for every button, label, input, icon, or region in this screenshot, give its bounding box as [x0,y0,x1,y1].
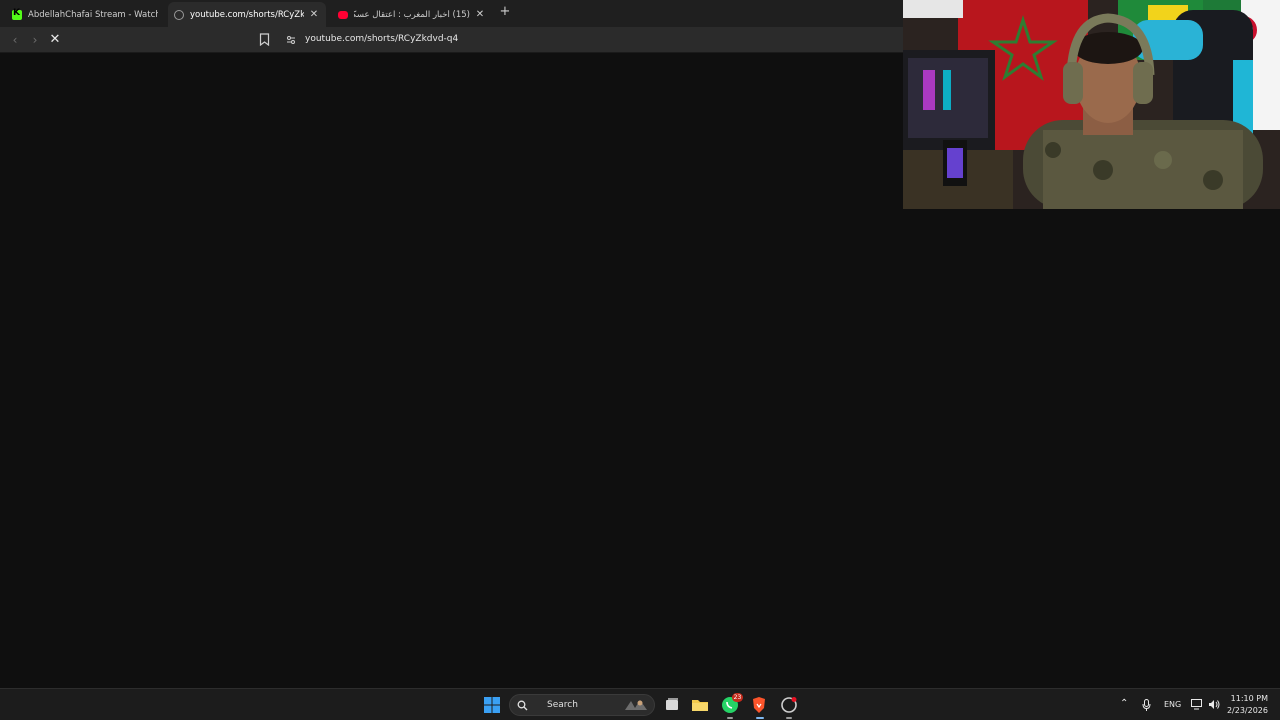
stop-loading-icon[interactable]: ✕ [48,33,62,47]
webcam-overlay [903,0,1280,209]
search-label: Search [547,700,578,710]
microphone-icon[interactable] [1142,699,1151,711]
search-icon [517,700,528,711]
active-indicator [756,717,764,719]
notification-badge: 23 [732,693,743,702]
windows-start-icon[interactable] [483,696,501,714]
close-tab-icon[interactable]: ✕ [308,9,320,21]
tab-title: AbdellahChafai Stream - Watch Live o [28,9,158,20]
volume-icon[interactable] [1208,699,1220,710]
close-tab-icon[interactable]: ✕ [474,9,486,21]
tab-title: (15) أخبار المغرب : اعتقال عسكري [354,9,470,20]
search-highlight-icon [625,700,647,710]
task-view-icon[interactable] [663,696,681,714]
chevron-up-icon[interactable]: ⌃ [1120,698,1128,709]
file-explorer-icon[interactable] [691,696,709,714]
webcam-image [903,0,1280,209]
app-icon[interactable] [780,696,798,714]
running-indicator [786,717,792,719]
brave-browser-icon[interactable] [750,696,768,714]
back-icon[interactable]: ‹ [8,33,22,47]
forward-icon[interactable]: › [28,33,42,47]
running-indicator [727,717,733,719]
windows-taskbar: Search 23 ⌃ ENG 11:10 PM 2/23/2026 [0,688,1280,720]
loading-icon [174,9,184,20]
bookmark-icon[interactable] [259,33,270,46]
kick-icon [12,8,22,20]
youtube-icon [338,10,348,19]
clock-date: 2/23/2026 [1226,706,1268,715]
tab-title: youtube.com/shorts/RCyZkdvd-q4 [190,9,304,20]
clock[interactable]: 11:10 PM 2/23/2026 [1227,693,1268,717]
network-icon[interactable] [1191,699,1203,710]
tab-youtube-shorts[interactable]: youtube.com/shorts/RCyZkdvd-q4 ✕ [168,2,326,27]
tab-kick-stream[interactable]: AbdellahChafai Stream - Watch Live o [6,2,164,27]
taskbar-search[interactable]: Search [509,694,655,716]
address-bar[interactable]: youtube.com/shorts/RCyZkdvd-q4 [305,34,458,44]
tab-youtube-news[interactable]: (15) أخبار المغرب : اعتقال عسكري ✕ [332,2,492,27]
new-tab-icon[interactable]: + [498,5,512,19]
site-info-icon[interactable] [286,35,296,45]
language-indicator[interactable]: ENG [1164,700,1181,709]
clock-time: 11:10 PM [1230,694,1268,703]
